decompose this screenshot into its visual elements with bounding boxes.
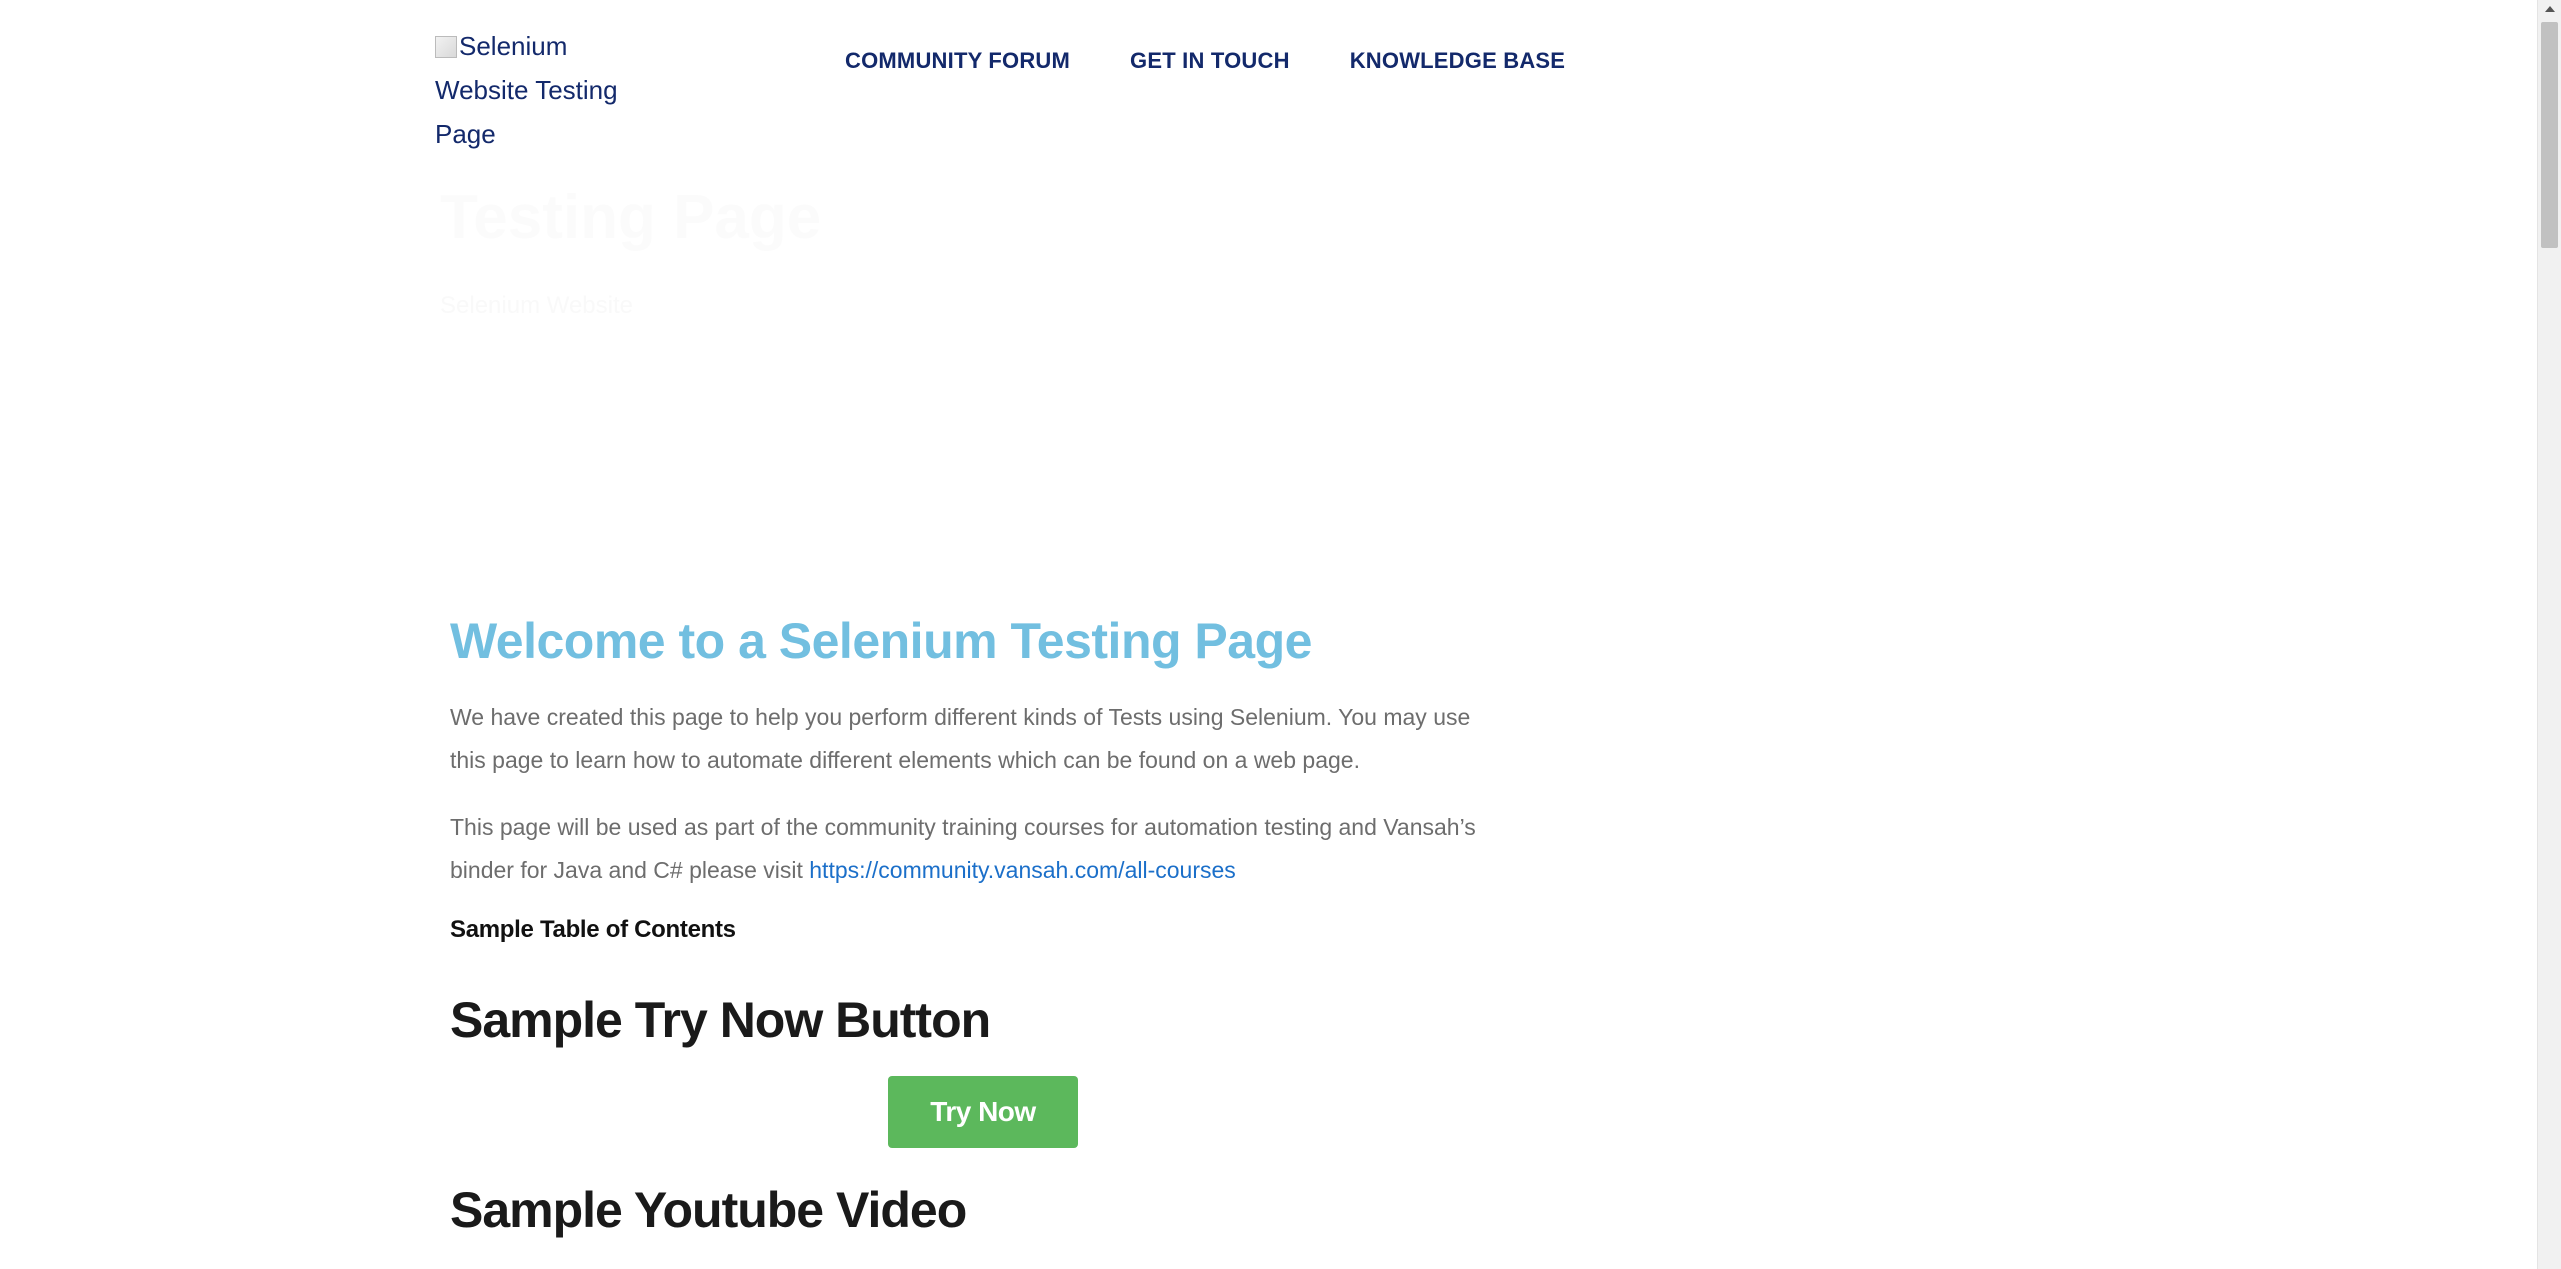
- courses-link[interactable]: https://community.vansah.com/all-courses: [809, 857, 1236, 883]
- scroll-thumb[interactable]: [2541, 22, 2558, 248]
- nav-community-forum[interactable]: COMMUNITY FORUM: [845, 48, 1070, 74]
- hero-title: Testing Page: [440, 183, 822, 252]
- nav-knowledge-base[interactable]: KNOWLEDGE BASE: [1350, 48, 1565, 74]
- site-logo-link[interactable]: Selenium Website Testing Page: [435, 24, 665, 156]
- table-of-contents-label: Sample Table of Contents: [450, 916, 736, 943]
- scroll-up-arrow-icon[interactable]: [2545, 6, 2555, 12]
- main-nav: COMMUNITY FORUM GET IN TOUCH KNOWLEDGE B…: [845, 48, 1565, 74]
- main-content: Welcome to a Selenium Testing Page We ha…: [450, 606, 1510, 1240]
- courses-paragraph: This page will be used as part of the co…: [450, 806, 1510, 892]
- youtube-heading: Sample Youtube Video: [450, 1182, 967, 1238]
- page-title: Welcome to a Selenium Testing Page: [450, 613, 1312, 669]
- intro-paragraph: We have created this page to help you pe…: [450, 704, 1471, 773]
- nav-get-in-touch[interactable]: GET IN TOUCH: [1130, 48, 1290, 74]
- broken-image-icon: [435, 36, 457, 58]
- try-now-button-wrap: Try Now: [450, 1076, 1510, 1148]
- page: Selenium Website Testing Page COMMUNITY …: [0, 0, 2561, 1269]
- vertical-scrollbar[interactable]: [2537, 0, 2561, 1269]
- try-now-button[interactable]: Try Now: [888, 1076, 1078, 1148]
- hero-subtitle: Selenium Website: [440, 292, 633, 319]
- logo-alt-text: Selenium Website Testing Page: [435, 31, 618, 149]
- try-now-heading: Sample Try Now Button: [450, 992, 991, 1048]
